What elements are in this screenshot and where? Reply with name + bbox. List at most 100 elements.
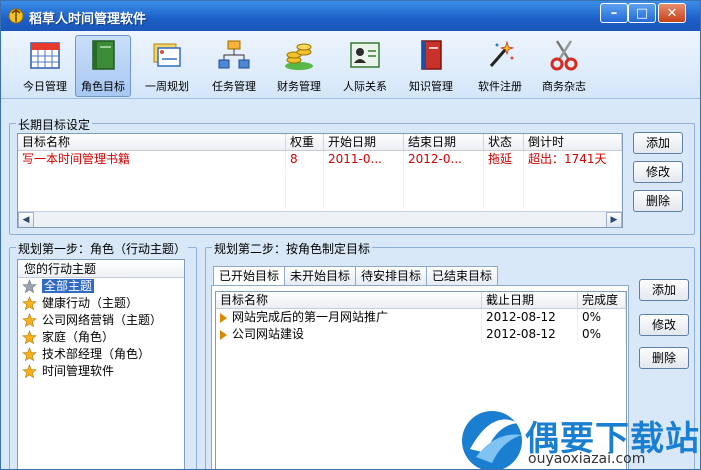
main-toolbar: 今日管理 角色目标 一周规划 任务管理 财务管理 人际关系 知识管理 软件注册 … — [1, 31, 700, 99]
toolbar-label: 今日管理 — [23, 80, 67, 93]
tree-item-label: 全部主题 — [42, 279, 95, 293]
watermark-logo-icon — [462, 411, 522, 469]
column-header[interactable]: 权重 — [286, 134, 324, 150]
goal-name-text: 公司网站建设 — [232, 327, 305, 341]
column-header[interactable]: 截止日期 — [482, 292, 578, 308]
tree-item-tech-manager[interactable]: 技术部经理（角色） — [18, 346, 184, 363]
minimize-button[interactable]: – — [600, 3, 628, 23]
book-icon — [92, 40, 115, 70]
cards-icon — [153, 43, 181, 67]
deadline-cell: 2012-08-12 — [482, 309, 578, 326]
maximize-button[interactable]: □ — [628, 3, 656, 23]
status-cell: 拖延 — [484, 151, 524, 168]
tree-item-time-software[interactable]: 时间管理软件 — [18, 363, 184, 380]
star-icon — [22, 330, 37, 345]
column-header[interactable]: 状态 — [484, 134, 524, 150]
theme-tree[interactable]: 您的行动主题 全部主题 健康行动（主题） 公司网络营销（主题） 家庭（角色） 技… — [17, 259, 185, 469]
table-header: 目标名称 截止日期 完成度 — [216, 292, 626, 309]
toolbar-finance[interactable]: 财务管理 — [271, 35, 327, 97]
progress-cell: 0% — [578, 309, 626, 326]
toolbar-label: 一周规划 — [145, 80, 189, 93]
goal-tabs: 已开始目标 未开始目标 待安排目标 已结束目标 — [213, 266, 499, 287]
tree-item-marketing[interactable]: 公司网络营销（主题） — [18, 312, 184, 329]
tab-finished[interactable]: 已结束目标 — [426, 266, 499, 286]
empty-grid-area — [18, 169, 622, 209]
tab-not-started[interactable]: 未开始目标 — [284, 266, 357, 286]
column-header[interactable]: 目标名称 — [216, 292, 482, 308]
toolbar-label: 角色目标 — [81, 80, 125, 93]
goal-name-cell: 公司网站建设 — [216, 326, 482, 343]
horizontal-scrollbar[interactable]: ◀ ▶ — [18, 211, 622, 227]
maximize-icon: □ — [635, 5, 649, 21]
toolbar-role-goals[interactable]: 角色目标 — [75, 35, 131, 97]
start-date-cell: 2011-0... — [324, 151, 404, 168]
star-icon — [22, 313, 37, 328]
title-bar: 稻草人时间管理软件 – □ ✕ — [1, 1, 700, 31]
app-window: 稻草人时间管理软件 – □ ✕ 今日管理 角色目标 一周规划 任务管理 财务管理… — [0, 0, 701, 470]
tree-item-label: 时间管理软件 — [42, 364, 115, 378]
role-goal-edit-button[interactable]: 修改 — [639, 314, 689, 336]
long-term-delete-button[interactable]: 删除 — [633, 190, 683, 212]
column-header[interactable]: 完成度 — [578, 292, 626, 308]
goal-name-cell: 写一本时间管理书籍 — [18, 151, 286, 168]
goal-name-text: 网站完成后的第一月网站推广 — [232, 310, 389, 324]
contact-card-icon — [350, 42, 380, 68]
toolbar-label: 软件注册 — [478, 80, 522, 93]
table-row[interactable]: 公司网站建设 2012-08-12 0% — [216, 326, 626, 343]
long-term-goals-table[interactable]: 目标名称 权重 开始日期 结束日期 状态 倒计时 写一本时间管理书籍 8 201… — [17, 133, 623, 228]
long-term-edit-button[interactable]: 修改 — [633, 161, 683, 183]
toolbar-label: 知识管理 — [409, 80, 453, 93]
table-row[interactable]: 写一本时间管理书籍 8 2011-0... 2012-0... 拖延 超出：17… — [18, 151, 622, 168]
toolbar-contacts[interactable]: 人际关系 — [337, 35, 393, 97]
close-button[interactable]: ✕ — [658, 3, 686, 23]
toolbar-label: 财务管理 — [277, 80, 321, 93]
watermark-url: ouyaoxiazai.com — [528, 451, 646, 467]
toolbar-register[interactable]: 软件注册 — [472, 35, 528, 97]
tree-item-label: 健康行动（主题） — [42, 296, 139, 310]
tree-item-all[interactable]: 全部主题 — [18, 278, 184, 295]
countdown-cell: 超出：1741天 — [524, 151, 622, 168]
toolbar-week-plan[interactable]: 一周规划 — [139, 35, 195, 97]
column-header[interactable]: 倒计时 — [524, 134, 622, 150]
column-header[interactable]: 开始日期 — [324, 134, 404, 150]
coins-icon — [285, 43, 313, 70]
org-chart-icon — [218, 40, 250, 69]
toolbar-task[interactable]: 任务管理 — [206, 35, 262, 97]
tree-item-label: 家庭（角色） — [42, 330, 115, 344]
toolbar-today[interactable]: 今日管理 — [17, 35, 73, 97]
expand-arrow-icon[interactable] — [220, 312, 227, 323]
magic-wand-icon — [489, 40, 515, 67]
tree-item-family[interactable]: 家庭（角色） — [18, 329, 184, 346]
tab-started[interactable]: 已开始目标 — [213, 266, 286, 287]
role-goal-add-button[interactable]: 添加 — [639, 279, 689, 301]
column-header[interactable]: 结束日期 — [404, 134, 484, 150]
toolbar-label: 人际关系 — [343, 80, 387, 93]
star-icon — [22, 296, 37, 311]
calendar-icon — [30, 42, 60, 69]
table-header: 目标名称 权重 开始日期 结束日期 状态 倒计时 — [18, 134, 622, 151]
scroll-right-icon[interactable]: ▶ — [606, 212, 622, 227]
tree-item-label: 技术部经理（角色） — [42, 347, 151, 361]
toolbar-knowledge[interactable]: 知识管理 — [403, 35, 459, 97]
toolbar-label: 商务杂志 — [542, 80, 586, 93]
scroll-left-icon[interactable]: ◀ — [18, 212, 34, 227]
step1-legend: 规划第一步：角色（行动主题） — [16, 240, 189, 257]
toolbar-magazine[interactable]: 商务杂志 — [536, 35, 592, 97]
weight-cell: 8 — [286, 151, 324, 168]
knowledge-book-icon — [421, 40, 442, 70]
tree-item-label: 公司网络营销（主题） — [42, 313, 163, 327]
expand-arrow-icon[interactable] — [220, 329, 227, 340]
toolbar-label: 任务管理 — [212, 80, 256, 93]
table-row[interactable]: 网站完成后的第一月网站推广 2012-08-12 0% — [216, 309, 626, 326]
step2-legend: 规划第二步：按角色制定目标 — [212, 240, 373, 257]
column-header[interactable]: 目标名称 — [18, 134, 286, 150]
tab-pending[interactable]: 待安排目标 — [355, 266, 428, 286]
scissors-icon — [550, 40, 578, 71]
tree-item-health[interactable]: 健康行动（主题） — [18, 295, 184, 312]
theme-tree-header: 您的行动主题 — [18, 260, 184, 278]
end-date-cell: 2012-0... — [404, 151, 484, 168]
role-goal-delete-button[interactable]: 删除 — [639, 347, 689, 369]
star-icon — [22, 279, 37, 294]
long-term-add-button[interactable]: 添加 — [633, 132, 683, 154]
deadline-cell: 2012-08-12 — [482, 326, 578, 343]
